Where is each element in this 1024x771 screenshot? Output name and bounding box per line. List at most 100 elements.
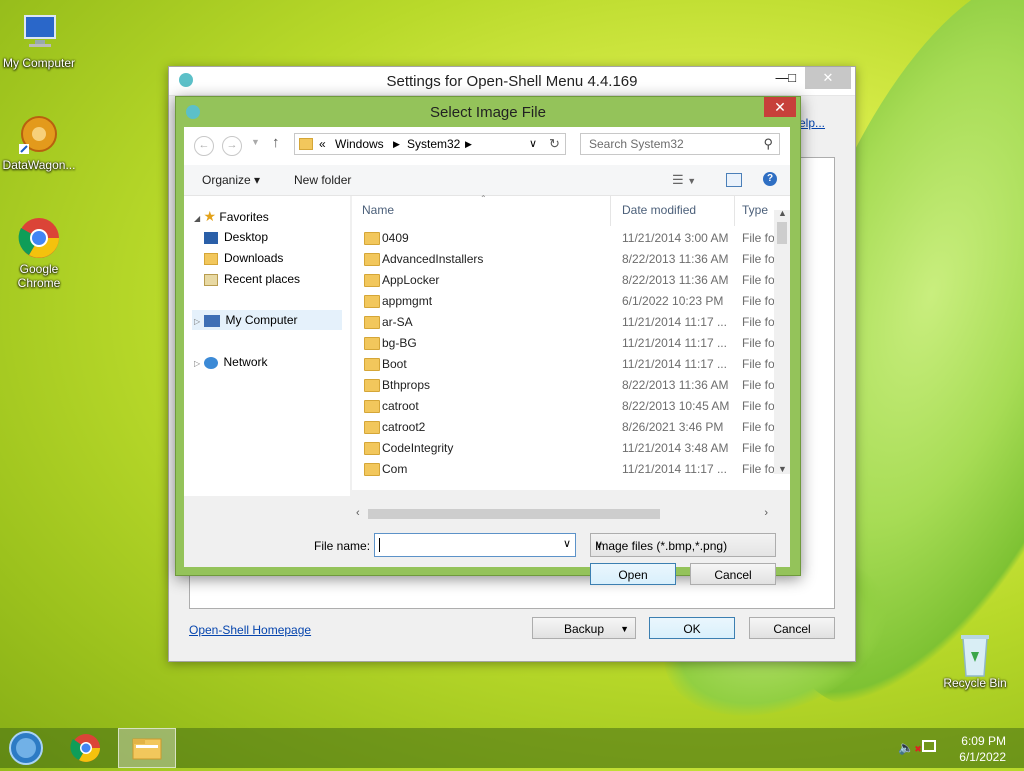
nav-my-computer-label: My Computer bbox=[225, 313, 298, 327]
file-name-input[interactable]: ∨ bbox=[374, 533, 576, 557]
folder-icon bbox=[364, 274, 380, 287]
star-icon: ★ bbox=[203, 208, 217, 224]
scroll-right-icon[interactable]: › bbox=[764, 507, 768, 519]
computer-icon bbox=[17, 10, 61, 54]
file-date: 8/22/2013 11:36 AM bbox=[622, 378, 729, 392]
close-button[interactable]: ✕ bbox=[805, 67, 851, 89]
file-row[interactable]: appmgmt 6/1/2022 10:23 PM File fol bbox=[352, 291, 777, 312]
taskbar-clock[interactable]: 6:09 PM 6/1/2022 bbox=[959, 733, 1006, 765]
desktop-icon-my-computer[interactable]: My Computer bbox=[0, 10, 79, 70]
expand-arrow-icon: ▷ bbox=[194, 359, 201, 368]
nav-my-computer[interactable]: ▷ My Computer bbox=[192, 310, 342, 330]
file-name: CodeIntegrity bbox=[382, 441, 454, 455]
refresh-icon[interactable]: ↻ bbox=[549, 136, 560, 152]
nav-recent-places[interactable]: Recent places bbox=[204, 269, 300, 289]
dialog-cancel-button[interactable]: Cancel bbox=[690, 563, 776, 585]
dropdown-arrow-icon: ▼ bbox=[620, 624, 629, 634]
file-name: Bthprops bbox=[382, 378, 431, 392]
breadcrumb-separator-icon: ▶ bbox=[465, 139, 472, 149]
nav-recent-label: Recent places bbox=[224, 272, 301, 286]
nav-favorites[interactable]: ◢ ★ Favorites bbox=[194, 206, 269, 226]
vertical-scrollbar[interactable]: ▲ ▼ bbox=[774, 208, 790, 474]
text-cursor bbox=[379, 538, 380, 552]
file-row[interactable]: AdvancedInstallers 8/22/2013 11:36 AM File… bbox=[352, 249, 777, 270]
folder-icon bbox=[364, 295, 380, 308]
taskbar-chrome[interactable] bbox=[64, 728, 108, 768]
maximize-button[interactable]: □ bbox=[781, 67, 803, 89]
horizontal-scrollbar[interactable]: ‹ › bbox=[352, 505, 772, 523]
file-row[interactable]: Boot 11/21/2014 11:17 ... File fol bbox=[352, 354, 777, 375]
organize-menu[interactable]: Organize ▾ bbox=[202, 173, 260, 187]
desktop-icon-chrome[interactable]: Google Chrome bbox=[0, 216, 79, 290]
file-row[interactable]: ar-SA 11/21/2014 11:17 ... File fol bbox=[352, 312, 777, 333]
preview-pane-icon[interactable] bbox=[726, 173, 742, 187]
ok-button[interactable]: OK bbox=[649, 617, 735, 639]
desktop-icon-recycle-bin[interactable]: Recycle Bin bbox=[935, 630, 1015, 690]
desktop-icon bbox=[204, 231, 218, 244]
nav-network[interactable]: ▷ Network bbox=[194, 352, 268, 372]
nav-desktop-label: Desktop bbox=[224, 230, 269, 244]
new-folder-button[interactable]: New folder bbox=[294, 173, 351, 187]
homepage-link[interactable]: Open-Shell Homepage bbox=[189, 623, 311, 637]
file-row[interactable]: 0409 11/21/2014 3:00 AM File fol bbox=[352, 228, 777, 249]
start-button[interactable] bbox=[6, 728, 46, 768]
scroll-left-icon[interactable]: ‹ bbox=[356, 507, 360, 519]
network-icon bbox=[203, 356, 218, 369]
back-arrow-icon[interactable]: ← bbox=[194, 136, 214, 156]
scroll-up-icon[interactable]: ▲ bbox=[778, 208, 787, 218]
open-button[interactable]: Open bbox=[590, 563, 676, 585]
desktop-icon-datawagon[interactable]: DataWagon... bbox=[0, 112, 79, 172]
file-row[interactable]: Bthprops 8/22/2013 11:36 AM File fol bbox=[352, 375, 777, 396]
file-row[interactable]: AppLocker 8/22/2013 11:36 AM File fol bbox=[352, 270, 777, 291]
file-type-dropdown-icon[interactable]: ∨ bbox=[595, 538, 769, 551]
column-header-name[interactable]: Name bbox=[362, 196, 611, 226]
folder-icon bbox=[364, 358, 380, 371]
file-row[interactable]: catroot 8/22/2013 10:45 AM File fol bbox=[352, 396, 777, 417]
settings-titlebar: Settings for Open-Shell Menu 4.4.169 — □… bbox=[169, 67, 855, 96]
address-dropdown-icon[interactable]: ∨ bbox=[529, 137, 537, 150]
file-date: 11/21/2014 3:48 AM bbox=[622, 441, 729, 455]
nav-downloads[interactable]: Downloads bbox=[204, 248, 283, 268]
h-scrollbar-thumb[interactable] bbox=[368, 509, 660, 519]
column-header-date[interactable]: Date modified bbox=[622, 196, 735, 226]
nav-desktop[interactable]: Desktop bbox=[204, 227, 268, 247]
file-name-dropdown-icon[interactable]: ∨ bbox=[563, 537, 571, 550]
navigation-bar: ← → ▼ ↑ « Windows ▶ System32 ▶ ∨ ↻ Searc… bbox=[184, 127, 790, 165]
breadcrumb-separator-icon: ▶ bbox=[393, 139, 400, 149]
breadcrumb-system32[interactable]: System32 bbox=[407, 137, 460, 151]
file-row[interactable]: CodeIntegrity 11/21/2014 3:48 AM File fol bbox=[352, 438, 777, 459]
help-icon[interactable]: ? bbox=[763, 172, 777, 186]
file-date: 8/26/2021 3:46 PM bbox=[622, 420, 724, 434]
folder-icon bbox=[299, 138, 313, 150]
forward-arrow-icon[interactable]: → bbox=[222, 136, 242, 156]
scroll-down-icon[interactable]: ▼ bbox=[778, 464, 787, 474]
file-name: Com bbox=[382, 462, 408, 476]
file-list: ⌃ Name Date modified Type 0409 11/21/2014… bbox=[352, 194, 790, 490]
desktop-icon-label: Google Chrome bbox=[17, 262, 61, 290]
file-row[interactable]: Com 11/21/2014 11:17 ... File fol bbox=[352, 459, 777, 480]
view-options-icon[interactable]: ☰ ▼ bbox=[672, 172, 696, 188]
backup-button[interactable]: Backup ▼ bbox=[532, 617, 636, 639]
dialog-close-button[interactable]: ✕ bbox=[764, 97, 796, 117]
address-overflow[interactable]: « bbox=[319, 137, 326, 151]
file-type-select[interactable]: Image files (*.bmp,*.png) ∨ bbox=[590, 533, 776, 557]
help-link[interactable]: elp... bbox=[799, 116, 825, 130]
file-date: 11/21/2014 11:17 ... bbox=[622, 357, 727, 371]
file-row[interactable]: bg-BG 11/21/2014 11:17 ... File fol bbox=[352, 333, 777, 354]
up-arrow-icon[interactable]: ↑ bbox=[272, 134, 280, 151]
file-name: AppLocker bbox=[382, 273, 440, 287]
network-tray-icon[interactable] bbox=[922, 740, 936, 752]
cancel-button[interactable]: Cancel bbox=[749, 617, 835, 639]
breadcrumb-windows[interactable]: Windows bbox=[335, 137, 384, 151]
recent-locations-chevron-icon[interactable]: ▼ bbox=[251, 137, 260, 147]
nav-network-label: Network bbox=[223, 355, 268, 369]
volume-muted-icon[interactable]: 🔈✖ bbox=[898, 740, 922, 756]
file-row[interactable]: catroot2 8/26/2021 3:46 PM File fol bbox=[352, 417, 777, 438]
file-name: appmgmt bbox=[382, 294, 433, 308]
taskbar-file-explorer[interactable] bbox=[118, 728, 176, 768]
address-bar[interactable]: « Windows ▶ System32 ▶ ∨ ↻ bbox=[294, 133, 566, 155]
search-box[interactable]: Search System32 ⚲ bbox=[580, 133, 780, 155]
computer-icon bbox=[203, 314, 220, 327]
scrollbar-thumb[interactable] bbox=[777, 222, 787, 244]
column-header-type[interactable]: Type bbox=[742, 196, 768, 226]
